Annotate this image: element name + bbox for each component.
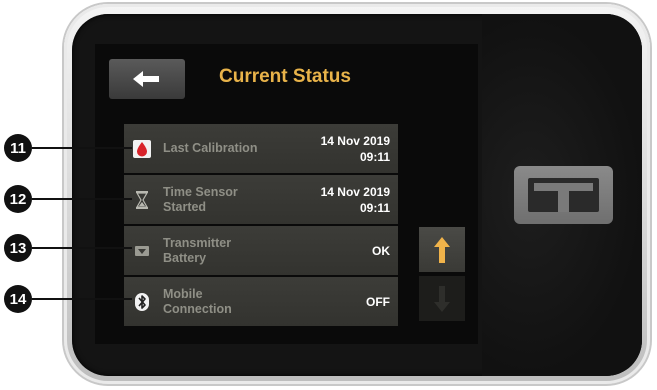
hourglass-icon [135,191,149,209]
callout-line [32,198,132,200]
page-title: Current Status [219,66,351,87]
row-value: OFF [366,277,390,326]
arrow-down-icon [434,285,450,312]
value-date: 14 Nov 2019 [320,184,390,199]
callout-line [32,247,132,249]
row-label: Time Sensor Started [163,184,238,214]
scroll-up-button[interactable] [419,227,465,272]
callout-line [32,298,132,300]
value-time: 09:11 [359,149,390,164]
value-status: OFF [366,294,390,309]
row-value: 14 Nov 2019 09:11 [321,124,390,173]
status-list: Last Calibration 14 Nov 2019 09:11 Time … [124,124,398,328]
bluetooth-icon [135,293,149,311]
value-time: 09:11 [359,200,390,215]
row-label: Transmitter Battery [163,235,232,265]
t-slim-logo-icon [514,166,613,224]
callout-12: 12 [4,185,32,213]
status-row-time-sensor-started: Time Sensor Started 14 Nov 2019 09:11 [124,175,398,224]
blood-drop-icon [133,140,151,158]
callout-line [32,147,132,149]
status-row-last-calibration: Last Calibration 14 Nov 2019 09:11 [124,124,398,173]
t-logo-mark [528,178,599,212]
arrow-up-icon [434,236,450,263]
row-label: Mobile Connection [163,286,232,316]
status-row-mobile-connection: Mobile Connection OFF [124,277,398,326]
callout-14: 14 [4,285,32,313]
value-status: OK [372,243,390,258]
value-date: 14 Nov 2019 [320,133,390,148]
row-value: 14 Nov 2019 09:11 [321,175,390,224]
back-button[interactable] [109,59,185,99]
status-row-transmitter-battery: Transmitter Battery OK [124,226,398,275]
row-label: Last Calibration [163,141,258,155]
callout-11: 11 [4,134,32,162]
callout-13: 13 [4,234,32,262]
scroll-down-button[interactable] [419,276,465,321]
row-value: OK [372,226,390,275]
transmitter-icon [135,246,149,256]
arrow-left-icon [133,71,159,87]
